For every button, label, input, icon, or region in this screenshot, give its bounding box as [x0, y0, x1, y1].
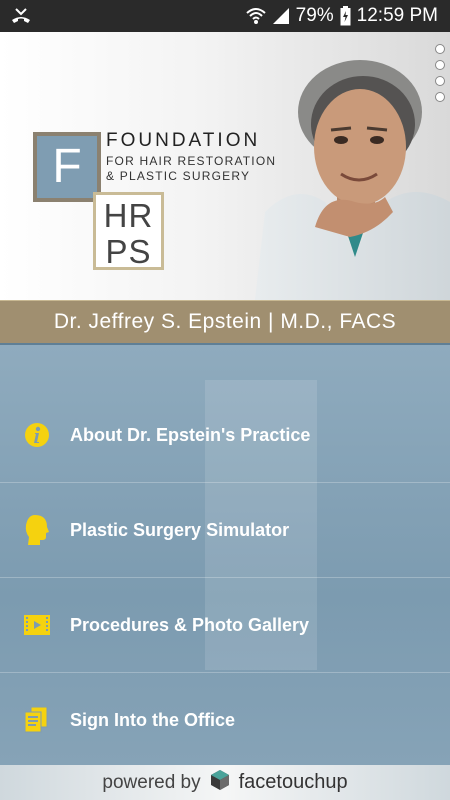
logo-f-block: F: [33, 132, 101, 202]
battery-percent: 79%: [295, 5, 334, 26]
menu-item-simulator[interactable]: Plastic Surgery Simulator: [0, 483, 450, 577]
battery-icon: [340, 6, 351, 26]
facetouchup-logo-icon: [209, 769, 231, 797]
missed-call-icon: [10, 6, 32, 26]
logo-hrps-block: HR PS: [93, 192, 164, 270]
wifi-icon: [245, 7, 266, 25]
info-icon: [24, 421, 50, 449]
logo-subtitle-line1: FOR HAIR RESTORATION: [106, 154, 277, 168]
menu-item-label: Procedures & Photo Gallery: [70, 614, 310, 635]
signal-icon: [272, 7, 290, 25]
documents-icon: [24, 706, 50, 734]
menu-item-label: Sign Into the Office: [70, 709, 235, 730]
page-dot[interactable]: [435, 76, 445, 86]
logo-title: FOUNDATION: [106, 130, 261, 151]
page-dot[interactable]: [435, 92, 445, 102]
powered-by-footer[interactable]: powered by facetouchup: [0, 765, 450, 800]
logo-subtitle: FOR HAIR RESTORATION & PLASTIC SURGERY: [106, 154, 276, 184]
page-indicator[interactable]: [435, 44, 445, 102]
menu-item-label: Plastic Surgery Simulator: [70, 519, 290, 540]
clock: 12:59 PM: [356, 5, 438, 26]
menu-item-gallery[interactable]: Procedures & Photo Gallery: [0, 578, 450, 672]
doctor-portrait: [255, 52, 450, 300]
menu-item-label: About Dr. Epstein's Practice: [70, 424, 311, 445]
head-profile-icon: [24, 515, 50, 545]
menu-item-about[interactable]: About Dr. Epstein's Practice: [0, 388, 450, 482]
logo-hrps-bottom: PS: [105, 233, 152, 270]
film-icon: [24, 611, 50, 639]
header-banner: F HR PS FOUNDATION FOR HAIR RESTORATION …: [0, 32, 450, 300]
facetouchup-brand: facetouchup: [238, 771, 348, 793]
page-dot[interactable]: [435, 44, 445, 54]
main-menu: About Dr. Epstein's Practice Plastic Sur…: [0, 345, 450, 765]
powered-by-label: powered by: [102, 771, 201, 793]
logo-hrps-top: HR: [103, 197, 154, 234]
status-bar: 79% 12:59 PM: [0, 0, 450, 32]
menu-item-sign-in[interactable]: Sign Into the Office: [0, 673, 450, 767]
logo-subtitle-line2: & PLASTIC SURGERY: [106, 169, 251, 183]
doctor-name-banner: Dr. Jeffrey S. Epstein | M.D., FACS: [0, 300, 450, 346]
page-dot[interactable]: [435, 60, 445, 70]
